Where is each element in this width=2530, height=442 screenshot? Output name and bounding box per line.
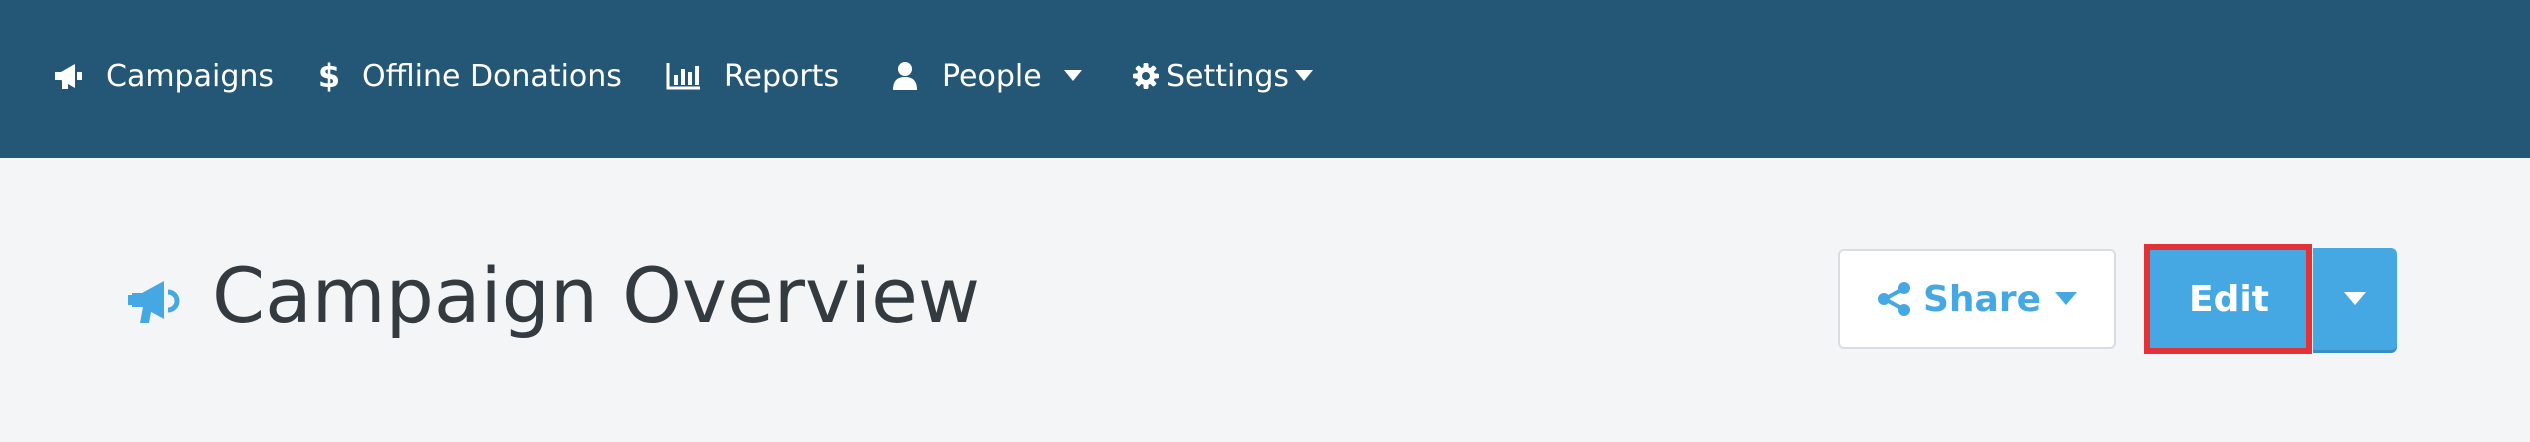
bar-chart-icon [666,61,702,91]
share-button[interactable]: Share [1838,249,2116,349]
dollar-icon: $ [317,57,341,95]
edit-button-label: Edit [2189,278,2269,320]
nav-item-campaigns[interactable]: Campaigns [52,56,274,96]
chevron-down-icon [1295,70,1314,82]
nav-label-campaigns: Campaigns [106,58,275,94]
nav-item-settings[interactable]: Settings [1132,56,1314,96]
megaphone-icon [52,61,86,91]
user-icon [892,61,918,91]
main-content: Campaign Overview Share Edit [0,158,2530,442]
megaphone-icon [128,276,184,326]
nav-label-reports: Reports [724,58,840,94]
nav-label-settings: Settings [1166,58,1290,94]
gear-icon [1132,62,1160,90]
page-title: Campaign Overview [212,251,980,340]
nav-item-offline-donations[interactable]: $ Offline Donations [318,56,622,96]
edit-button[interactable]: Edit [2149,248,2309,350]
nav-label-people: People [942,58,1042,94]
nav-item-reports[interactable]: Reports [666,56,839,96]
nav-label-offline-donations: Offline Donations [362,58,622,94]
top-navbar: Campaigns $ Offline Donations Reports Pe… [0,0,2530,158]
edit-dropdown-toggle[interactable] [2313,248,2397,350]
chevron-down-icon [2055,292,2078,306]
share-button-label: Share [1922,278,2042,320]
nav-item-people[interactable]: People [892,56,1082,96]
chevron-down-icon [1063,70,1082,82]
share-icon [1877,282,1911,316]
chevron-down-icon [2344,292,2366,306]
